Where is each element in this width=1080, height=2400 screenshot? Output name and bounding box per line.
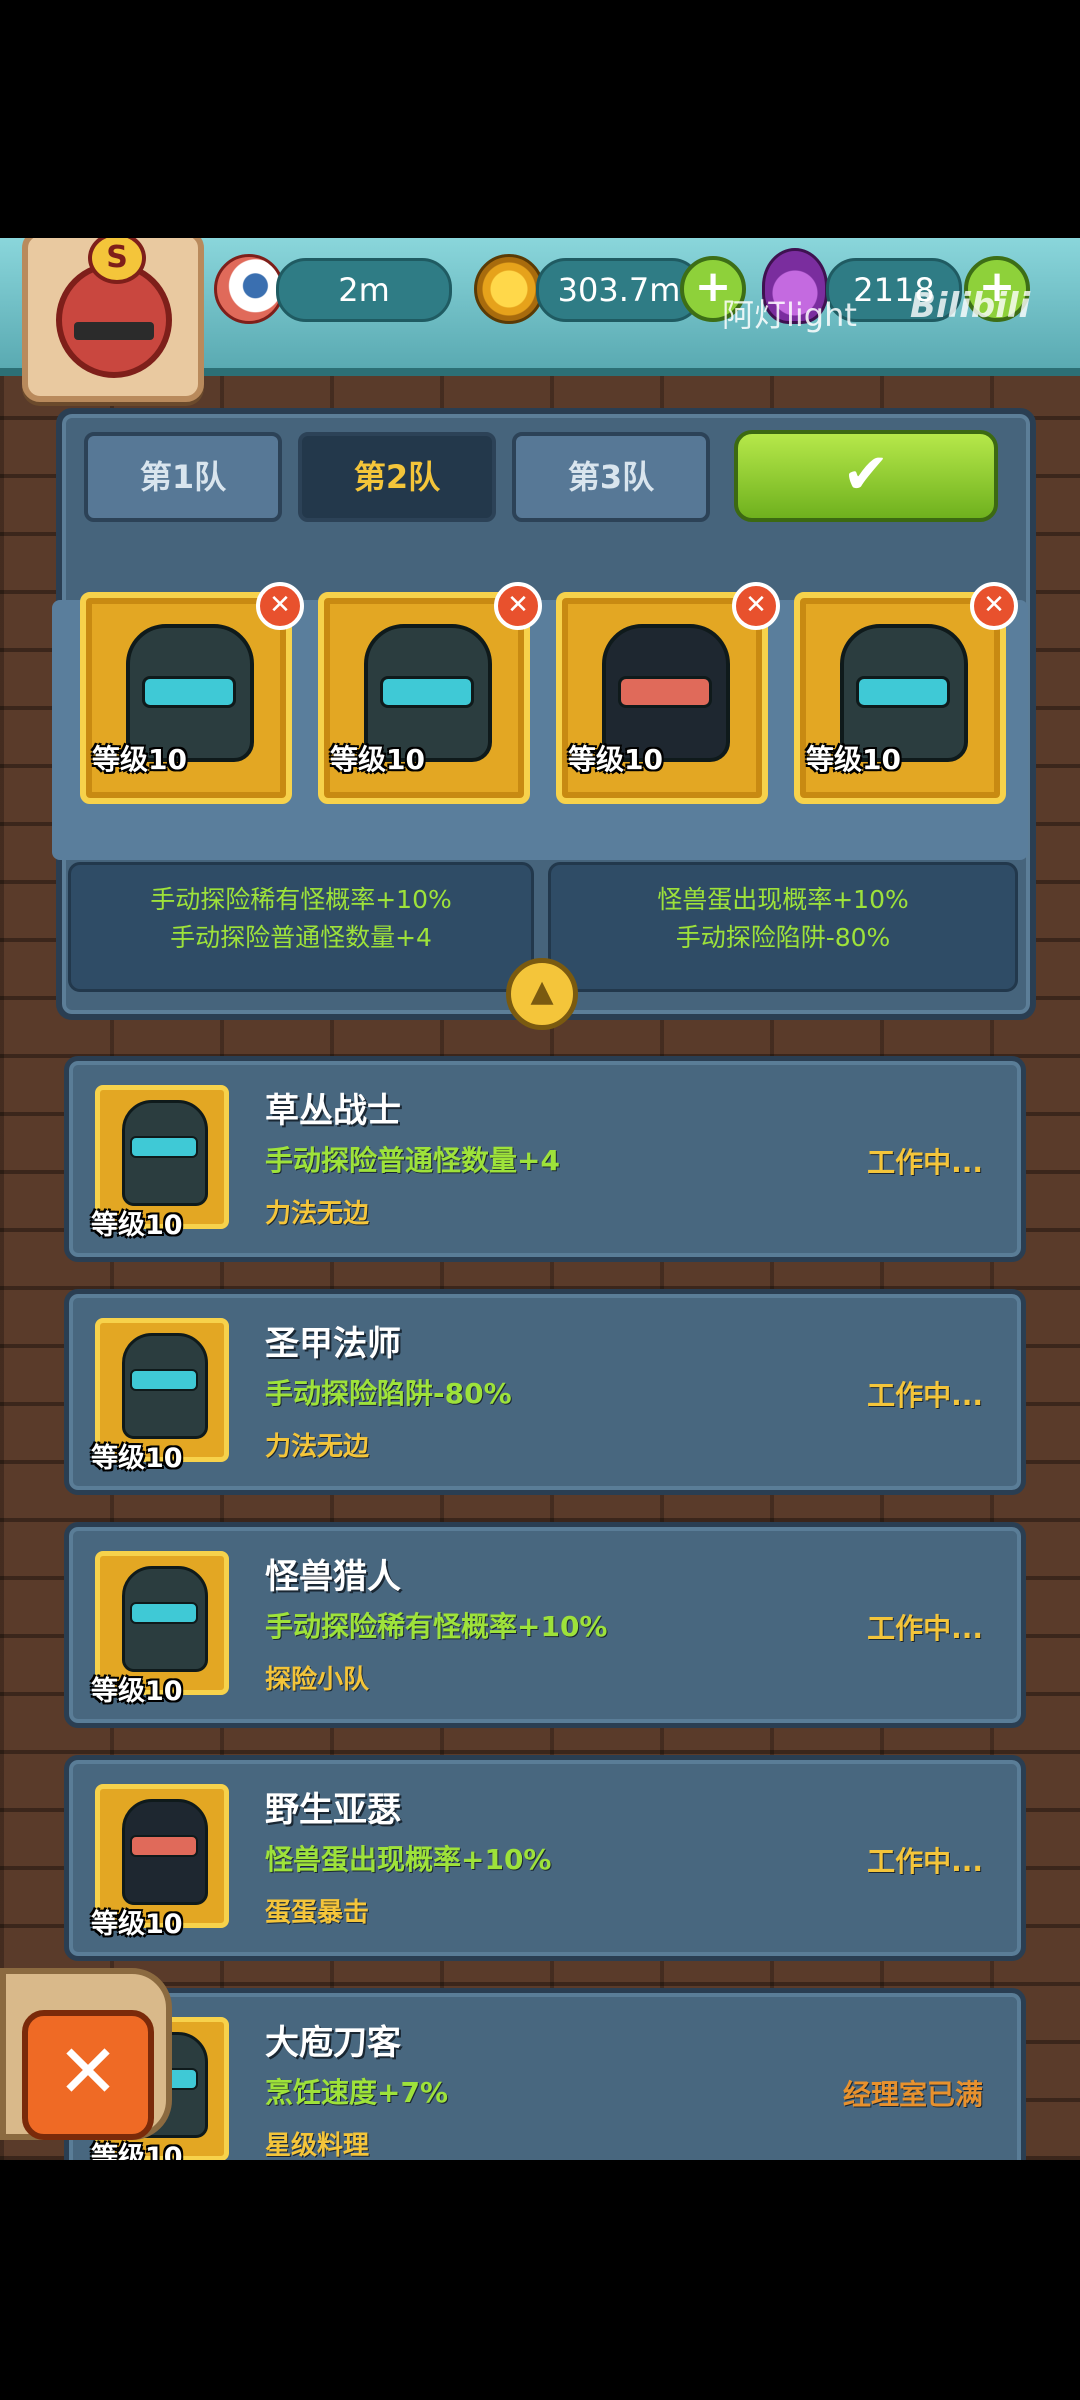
slot-level: 等级10 — [568, 743, 663, 776]
close-icon: ✕ — [56, 2029, 119, 2115]
coins-count: 303.7m — [536, 258, 702, 322]
team-slot[interactable]: 等级10 ✕ — [794, 582, 1018, 804]
rank-badge[interactable]: S — [22, 238, 204, 402]
hero-bonus: 手动探险稀有怪概率+10% — [265, 1610, 608, 1643]
eyes-count: 2m — [276, 258, 452, 322]
hero-row[interactable]: 等级10 圣甲法师 手动探险陷阱-80% 力法无边 工作中... — [64, 1289, 1026, 1495]
chevron-up-icon: ▲ — [530, 974, 554, 1009]
team-slot[interactable]: 等级10 ✕ — [556, 582, 780, 804]
hero-mouth — [618, 676, 712, 708]
hero-row[interactable]: 等级10 大庖刀客 烹饪速度+7% 星级料理 经理室已满 — [64, 1988, 1026, 2160]
eyeball-icon — [214, 254, 284, 324]
tab-team-1[interactable]: 第1队 — [84, 432, 282, 522]
slot-level: 等级10 — [92, 743, 187, 776]
hero-status: 工作中... — [867, 1612, 983, 1645]
tab-team-2[interactable]: 第2队 — [298, 432, 496, 522]
slot-level: 等级10 — [330, 743, 425, 776]
hero-level: 等级10 — [91, 1909, 183, 1940]
hero-visor — [142, 676, 236, 708]
hero-name: 草丛战士 — [265, 1091, 401, 1131]
bonus-line: 手动探险陷阱-80% — [675, 923, 891, 952]
hero-bonus: 手动探险陷阱-80% — [265, 1377, 512, 1410]
remove-icon[interactable]: ✕ — [732, 582, 780, 630]
check-icon: ✔ — [842, 442, 890, 507]
tab-team-3[interactable]: 第3队 — [512, 432, 710, 522]
team-bonus-right: 怪兽蛋出现概率+10% 手动探险陷阱-80% — [548, 862, 1018, 992]
hero-visor — [130, 1602, 198, 1624]
slot-level: 等级10 — [806, 743, 901, 776]
hero-status: 工作中... — [867, 1845, 983, 1878]
hero-level: 等级10 — [91, 1443, 183, 1474]
hero-row[interactable]: 等级10 草丛战士 手动探险普通怪数量+4 力法无边 工作中... — [64, 1056, 1026, 1262]
hero-name: 大庖刀客 — [265, 2023, 401, 2063]
hero-skill: 力法无边 — [265, 1199, 370, 1229]
hero-level: 等级10 — [91, 1210, 183, 1241]
bonus-line: 怪兽蛋出现概率+10% — [657, 885, 909, 914]
hero-bonus: 烹饪速度+7% — [265, 2076, 448, 2109]
hero-bonus: 怪兽蛋出现概率+10% — [265, 1843, 552, 1876]
team-slot[interactable]: 等级10 ✕ — [80, 582, 304, 804]
hero-row[interactable]: 等级10 怪兽猎人 手动探险稀有怪概率+10% 探险小队 工作中... — [64, 1522, 1026, 1728]
hero-level: 等级10 — [91, 1676, 183, 1707]
hero-mouth — [130, 1835, 198, 1857]
remove-icon[interactable]: ✕ — [970, 582, 1018, 630]
remove-icon[interactable]: ✕ — [256, 582, 304, 630]
hero-visor — [856, 676, 950, 708]
collapse-panel-button[interactable]: ▲ — [506, 958, 578, 1030]
confirm-button[interactable]: ✔ — [734, 430, 998, 522]
hero-skill: 星级料理 — [265, 2131, 370, 2160]
close-button[interactable]: ✕ — [22, 2010, 154, 2140]
hero-status: 工作中... — [867, 1379, 983, 1412]
hero-skill: 力法无边 — [265, 1432, 370, 1462]
hero-visor — [130, 1369, 198, 1391]
hero-name: 怪兽猎人 — [265, 1557, 401, 1597]
hero-status: 工作中... — [867, 1146, 983, 1179]
rank-progress-bar — [74, 322, 154, 340]
hero-name: 圣甲法师 — [265, 1324, 401, 1364]
bonus-line: 手动探险稀有怪概率+10% — [150, 885, 452, 914]
bonus-line: 手动探险普通怪数量+4 — [170, 923, 432, 952]
hero-status: 经理室已满 — [842, 2078, 983, 2111]
hero-name: 野生亚瑟 — [265, 1790, 401, 1830]
hero-visor — [380, 676, 474, 708]
team-slot[interactable]: 等级10 ✕ — [318, 582, 542, 804]
hero-row[interactable]: 等级10 野生亚瑟 怪兽蛋出现概率+10% 蛋蛋暴击 工作中... — [64, 1755, 1026, 1961]
remove-icon[interactable]: ✕ — [494, 582, 542, 630]
hero-bonus: 手动探险普通怪数量+4 — [265, 1144, 560, 1177]
team-bonus-left: 手动探险稀有怪概率+10% 手动探险普通怪数量+4 — [68, 862, 534, 992]
bilibili-logo: Bilibili — [910, 286, 1031, 326]
game-screen: 2m 303.7m + 2118 + 阿灯light Bilibili S 第1… — [0, 238, 1080, 2160]
coin-icon — [474, 254, 544, 324]
hero-skill: 蛋蛋暴击 — [265, 1898, 370, 1928]
watermark-text: 阿灯light — [722, 296, 857, 334]
hero-skill: 探险小队 — [265, 1665, 370, 1695]
hero-visor — [130, 1136, 198, 1158]
